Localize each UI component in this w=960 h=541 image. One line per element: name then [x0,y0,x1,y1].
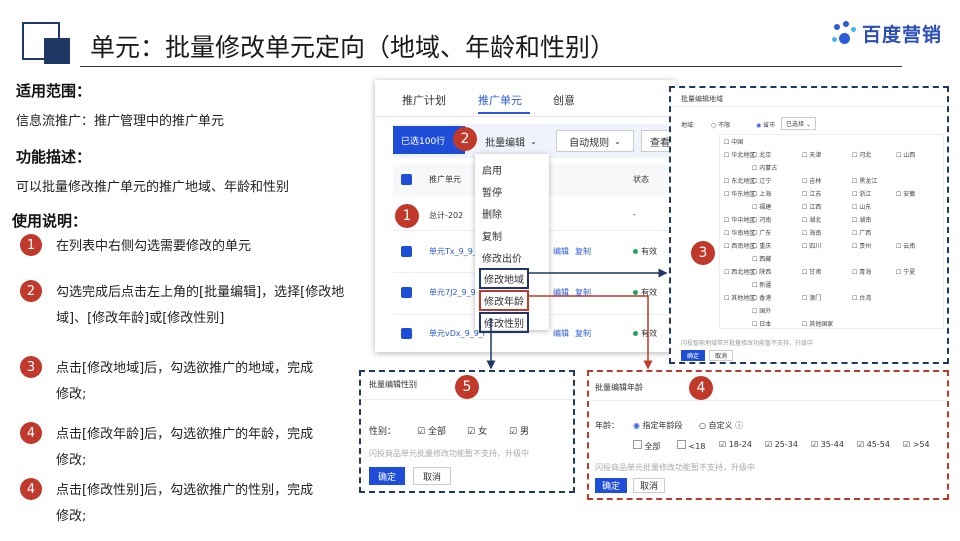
gender-note: 闪投商品单元批量修改功能暂不支持，升级中 [369,449,529,458]
region-label: 地域: [681,122,696,129]
region-note: 闪投智能地域带只批量修改功能暂不支持，升级中 [681,340,814,347]
panel-divider [671,106,947,107]
cancel-button[interactable]: 取消 [709,350,733,361]
region-item-checkbox[interactable]: ☐ 甘肃 [802,267,821,276]
region-item-checkbox[interactable]: ☐ 江西 [802,202,821,211]
region-item-checkbox[interactable]: ☐ 广西 [852,228,871,237]
selected-dropdown[interactable]: 已选择 ⌄ [781,117,816,130]
region-item-checkbox[interactable]: ☐ 河南 [752,215,771,224]
region-item-checkbox[interactable]: ☐ 宁夏 [896,267,915,276]
region-item-checkbox[interactable]: ☐ 广东 [752,228,771,237]
region-group-checkbox[interactable]: ☐ 华南地区 [724,228,755,237]
gender-panel-title: 批量编辑性别 [369,380,417,389]
region-item-checkbox[interactable]: ☐ 台湾 [852,293,871,302]
age-specified-radio[interactable]: ◉ 指定年龄段 [633,420,683,431]
region-edit-panel: 批量编辑地域 地域: ○ 不限 ◉ 省市 已选择 ⌄ ☐ 中国 ☐ 华北地区 ☐ 北… [669,86,949,364]
panel-divider [589,400,947,401]
region-item-checkbox[interactable]: ☐ 国外 [752,306,771,315]
age-all-checkbox[interactable]: 全部 [633,440,661,452]
region-item-checkbox[interactable]: ☐ 四川 [802,241,821,250]
cancel-button[interactable]: 取消 [633,478,665,493]
opt-province[interactable]: ◉ 省市 [756,120,775,129]
region-group-checkbox[interactable]: ☐ 华北地区 [724,150,755,159]
region-item-checkbox[interactable]: ☐ 陕西 [752,267,771,276]
callout-3: 3 [691,241,715,265]
age-label: 年龄： [595,421,619,430]
age-panel-title: 批量编辑年龄 [595,383,643,392]
age-25-34-checkbox[interactable]: ☑ 25-34 [765,440,798,449]
region-panel-title: 批量编辑地域 [681,95,723,103]
region-item-checkbox[interactable]: ☐ 云南 [896,241,915,250]
age-edit-panel: 批量编辑年龄 年龄： ◉ 指定年龄段 ○ 自定义 ⓘ 全部 <18 ☑ 18-2… [587,370,949,500]
gender-label: 性别： [369,427,397,437]
region-item-checkbox[interactable]: ☐ 福建 [752,202,771,211]
panel-divider [361,399,573,400]
gender-female-checkbox[interactable]: ☑ 女 [467,424,487,437]
region-group-checkbox[interactable]: ☐ 华东地区 [724,189,755,198]
age-custom-radio[interactable]: ○ 自定义 ⓘ [699,420,743,431]
region-item-checkbox[interactable]: ☐ 安徽 [896,189,915,198]
region-group-checkbox[interactable]: ☐ 西南地区 [724,241,755,250]
confirm-button[interactable]: 确定 [681,350,705,361]
age-under18-checkbox[interactable]: <18 [677,440,705,451]
region-item-checkbox[interactable]: ☐ 江苏 [802,189,821,198]
region-item-checkbox[interactable]: ☐ 香港 [752,293,771,302]
gender-male-checkbox[interactable]: ☑ 男 [509,424,529,437]
region-item-checkbox[interactable]: ☐ 日本 [752,319,771,328]
gender-edit-panel: 批量编辑性别 性别： ☑ 全部 ☑ 女 ☑ 男 闪投商品单元批量修改功能暂不支持… [359,370,575,493]
region-item-checkbox[interactable]: ☐ 内蒙古 [752,163,777,172]
region-item-checkbox[interactable]: ☐ 天津 [802,150,821,159]
region-group-checkbox[interactable]: ☐ 东北地区 [724,176,755,185]
age-18-24-checkbox[interactable]: ☑ 18-24 [719,440,752,449]
region-group-checkbox[interactable]: ☐ 其他地区 [724,293,755,302]
region-item-checkbox[interactable]: ☐ 吉林 [802,176,821,185]
region-item-checkbox[interactable]: ☐ 澳门 [802,293,821,302]
age-35-44-checkbox[interactable]: ☑ 35-44 [811,440,844,449]
age-over54-checkbox[interactable]: ☑ >54 [903,440,930,449]
callout-4: 4 [689,376,713,400]
cancel-button[interactable]: 取消 [413,467,451,485]
region-item-checkbox[interactable]: ☐ 贵州 [852,241,871,250]
callout-5: 5 [455,375,479,399]
region-item-checkbox[interactable]: ☐ 山西 [896,150,915,159]
region-item-checkbox[interactable]: ☐ 河北 [852,150,871,159]
region-item-checkbox[interactable]: ☐ 北京 [752,150,771,159]
region-grid: ☐ 中国 ☐ 华北地区 ☐ 北京 ☐ 天津 ☐ 河北 ☐ 山西 ☐ 内蒙古 ☐ 东北地区 ☐ 辽… [719,134,944,329]
region-item-checkbox[interactable]: ☐ 西藏 [752,254,771,263]
age-45-54-checkbox[interactable]: ☑ 45-54 [857,440,890,449]
region-item-checkbox[interactable]: ☐ 上海 [752,189,771,198]
region-item-checkbox[interactable]: ☐ 新疆 [752,280,771,289]
region-group-checkbox[interactable]: ☐ 西北地区 [724,267,755,276]
age-note: 闪投商品单元批量修改功能暂不支持，升级中 [595,463,755,472]
region-group-checkbox[interactable]: ☐ 华中地区 [724,215,755,224]
region-item-checkbox[interactable]: ☐ 重庆 [752,241,771,250]
region-item-checkbox[interactable]: ☐ 湖南 [852,215,871,224]
region-item-checkbox[interactable]: ☐ 其他国家 [802,319,833,328]
region-item-checkbox[interactable]: ☐ 青海 [852,267,871,276]
region-item-checkbox[interactable]: ☐ 山东 [852,202,871,211]
region-item-checkbox[interactable]: ☐ 辽宁 [752,176,771,185]
opt-unlimited[interactable]: ○ 不限 [711,120,730,129]
region-item-checkbox[interactable]: ☐ 海南 [802,228,821,237]
region-item-checkbox[interactable]: ☐ 浙江 [852,189,871,198]
region-item-checkbox[interactable]: ☐ 湖北 [802,215,821,224]
confirm-button[interactable]: 确定 [369,467,405,485]
region-item-checkbox[interactable]: ☐ 黑龙江 [852,176,877,185]
region-group-checkbox[interactable]: ☐ 中国 [724,137,743,146]
gender-all-checkbox[interactable]: ☑ 全部 [417,424,446,437]
confirm-button[interactable]: 确定 [595,478,627,493]
